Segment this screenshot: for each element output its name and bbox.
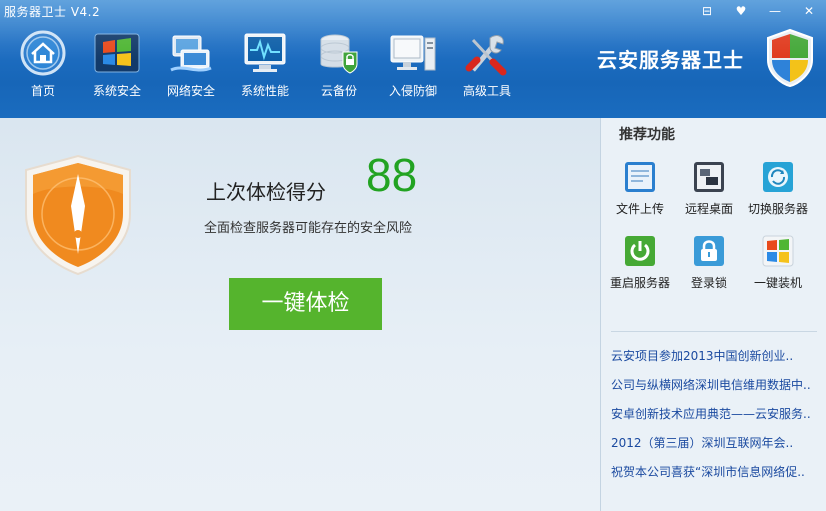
nav-item-intrusion-prevention[interactable]: 入侵防御 [376,28,450,100]
computer-icon [388,28,438,78]
nav-label: 首页 [30,84,55,98]
database-lock-icon [314,28,364,78]
nav-label: 高级工具 [462,84,511,98]
feature-label: 切换服务器 [747,202,808,216]
minimize-button[interactable]: — [758,0,792,22]
nav-item-home[interactable]: 首页 [6,28,80,100]
brand-name: 云安服务器卫士 [597,48,744,72]
main-panel: 上次体检得分 88 全面检查服务器可能存在的安全风险 一键体检 [0,118,600,511]
nav-item-system-security[interactable]: 系统安全 [80,28,154,100]
remote-desktop-icon [692,160,726,194]
lock-icon [692,234,726,268]
switch-server-icon [761,160,795,194]
nav-item-network-security[interactable]: 网络安全 [154,28,228,100]
power-icon [623,234,657,268]
one-click-checkup-button[interactable]: 一键体检 [229,278,382,330]
feature-one-click-install[interactable]: 一键装机 [743,234,813,291]
nav-item-cloud-backup[interactable]: 云备份 [302,28,376,100]
panel-title: 推荐功能 [619,127,675,143]
checkup-description: 全面检查服务器可能存在的安全风险 [204,221,413,236]
news-link[interactable]: 公司与纵横网络深圳电信维用数据中.. [611,375,817,404]
monitor-pulse-icon [240,28,290,78]
feature-file-upload[interactable]: 文件上传 [605,160,675,217]
feedback-button[interactable]: ♥ [724,0,758,22]
news-link[interactable]: 云安项目参加2013中国创新创业.. [611,346,817,375]
windows-icon [92,28,142,78]
nav-label: 网络安全 [166,84,215,98]
nav-item-advanced-tools[interactable]: 高级工具 [450,28,524,100]
news-link[interactable]: 安卓创新技术应用典范——云安服务.. [611,404,817,433]
feature-label: 远程桌面 [684,202,733,216]
tools-icon [462,28,512,78]
main-nav: 首页 系统安全 网络安全 系统性能 云备份 入侵防御 高级工具 [6,28,524,100]
network-icon [166,28,216,78]
feature-label: 一键装机 [753,276,802,290]
score-label: 上次体检得分 [206,180,326,204]
news-list: 云安项目参加2013中国创新创业.. 公司与纵横网络深圳电信维用数据中.. 安卓… [611,346,817,491]
nav-label: 系统性能 [240,84,289,98]
home-icon [18,28,68,78]
nav-label: 入侵防御 [388,84,437,98]
feature-label: 登录锁 [690,276,727,290]
window-title: 服务器卫士 V4.2 [4,5,101,19]
shield-logo-icon [766,28,814,91]
recommended-panel: 推荐功能 文件上传 远程桌面 切换服务器 重启服务器 登录锁 一键装机 云安项目… [600,118,826,511]
feature-login-lock[interactable]: 登录锁 [674,234,744,291]
nav-label: 云备份 [320,84,357,98]
window-controls: ⊟ ♥ — ✕ [690,0,826,22]
nav-item-system-performance[interactable]: 系统性能 [228,28,302,100]
close-button[interactable]: ✕ [792,0,826,22]
file-upload-icon [623,160,657,194]
feature-label: 文件上传 [615,202,664,216]
news-link[interactable]: 2012（第三届）深圳互联网年会.. [611,433,817,462]
checkup-score: 88 [366,149,418,201]
header-bar: 服务器卫士 V4.2 ⊟ ♥ — ✕ 首页 系统安全 网络安全 系统性能 云备份… [0,0,826,118]
feature-label: 重启服务器 [609,276,670,290]
news-link[interactable]: 祝贺本公司喜获“深圳市信息网络促.. [611,462,817,491]
feature-remote-desktop[interactable]: 远程桌面 [674,160,744,217]
feature-restart-server[interactable]: 重启服务器 [605,234,675,291]
skin-button[interactable]: ⊟ [690,0,724,22]
warning-shield-icon [22,154,134,279]
windows-install-icon [761,234,795,268]
nav-label: 系统安全 [92,84,141,98]
feature-switch-server[interactable]: 切换服务器 [743,160,813,217]
divider [611,331,817,332]
